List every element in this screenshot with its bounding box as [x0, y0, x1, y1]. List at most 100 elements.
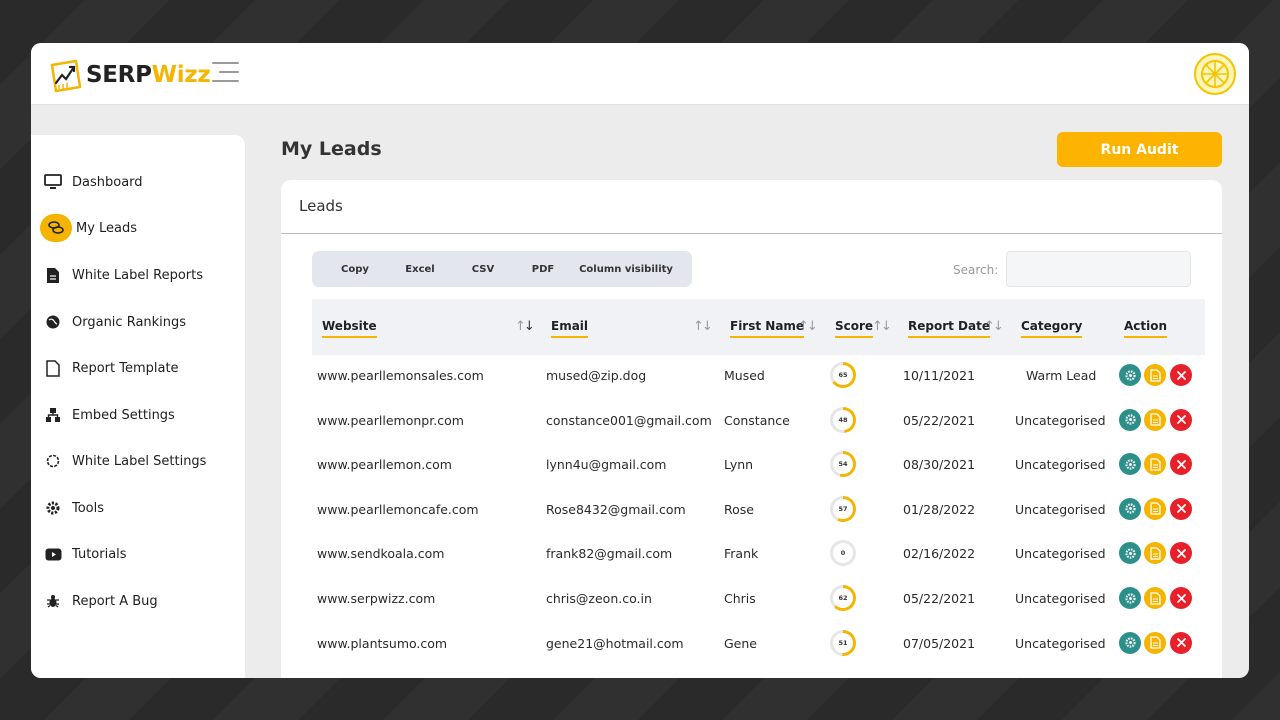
header-category[interactable]: Category: [1021, 319, 1083, 338]
coins-icon: [40, 214, 72, 242]
report-action-button[interactable]: [1144, 364, 1166, 386]
document-icon: [1149, 547, 1161, 560]
sort-icon[interactable]: ↑↓: [515, 319, 535, 334]
card-title: Leads: [281, 180, 1222, 234]
sidebar-item-label: Organic Rankings: [72, 314, 187, 330]
sidebar-item-report-template[interactable]: Report Template: [43, 353, 179, 383]
header-email[interactable]: Email: [551, 319, 589, 338]
sort-icon[interactable]: ↑↓: [872, 319, 892, 334]
cell-website[interactable]: www.serpwizz.com: [317, 591, 435, 606]
settings-action-button[interactable]: [1119, 364, 1141, 386]
logo[interactable]: SERPWizz: [48, 52, 211, 98]
header-report-date[interactable]: Report Date: [908, 319, 990, 338]
sidebar-item-dashboard[interactable]: Dashboard: [43, 167, 143, 197]
cell-report-date: 08/30/2021: [903, 457, 976, 473]
cell-report-date: 05/22/2021: [903, 412, 976, 428]
settings-action-button[interactable]: [1119, 497, 1141, 520]
header-first-name[interactable]: First Name: [730, 319, 805, 338]
document-icon: [1149, 458, 1161, 471]
delete-action-button[interactable]: [1170, 453, 1192, 476]
page-title: My Leads: [281, 138, 382, 160]
delete-action-button[interactable]: [1170, 497, 1192, 520]
settings-action-button[interactable]: [1119, 408, 1141, 431]
report-action-button[interactable]: [1144, 631, 1166, 654]
header-score[interactable]: Score: [835, 319, 874, 338]
cell-website[interactable]: www.pearllemonpr.com: [317, 413, 464, 428]
gear-icon: [1124, 547, 1137, 560]
score-gauge: 48: [830, 406, 856, 433]
report-action-button[interactable]: [1144, 408, 1166, 431]
sidebar-item-tools[interactable]: Tools: [43, 493, 104, 523]
delete-action-button[interactable]: [1170, 587, 1192, 609]
close-icon: [1176, 548, 1187, 559]
sidebar-item-tutorials[interactable]: Tutorials: [43, 539, 127, 569]
sort-icon[interactable]: ↑↓: [984, 319, 1004, 334]
score-value: 62: [833, 588, 853, 608]
sidebar-item-label: Dashboard: [72, 174, 143, 190]
close-icon: [1176, 637, 1187, 648]
score-value: 54: [833, 454, 853, 475]
cell-website[interactable]: www.pearllemon.com: [317, 457, 452, 472]
excel-button[interactable]: Excel: [388, 251, 452, 287]
run-audit-button[interactable]: Run Audit: [1057, 132, 1222, 167]
close-icon: [1176, 370, 1187, 381]
score-gauge: 57: [830, 495, 856, 522]
report-action-button[interactable]: [1144, 497, 1166, 520]
cell-report-date: 01/28/2022: [903, 501, 976, 517]
avatar[interactable]: [1194, 53, 1236, 95]
cell-website[interactable]: www.sendkoala.com: [317, 546, 444, 561]
settings-action-button[interactable]: [1119, 587, 1141, 609]
document-icon: [1149, 368, 1161, 382]
cell-category: Warm Lead: [1026, 368, 1097, 383]
header-website[interactable]: Website: [322, 319, 377, 338]
cell-report-date: 10/11/2021: [903, 368, 976, 383]
sidebar-item-my-leads[interactable]: My Leads: [40, 213, 137, 243]
settings-action-button[interactable]: [1119, 542, 1141, 565]
cell-category: Uncategorised: [1015, 546, 1106, 562]
sidebar-item-organic-rankings[interactable]: Organic Rankings: [43, 307, 186, 337]
file-icon: [43, 265, 63, 285]
cell-website[interactable]: www.pearllemoncafe.com: [317, 502, 479, 517]
settings-action-button[interactable]: [1119, 631, 1141, 654]
copy-button[interactable]: Copy: [322, 251, 388, 287]
score-value: 51: [833, 632, 853, 653]
cell-category: Uncategorised: [1015, 457, 1106, 473]
cell-website[interactable]: www.plantsumo.com: [317, 636, 447, 651]
delete-action-button[interactable]: [1170, 631, 1192, 654]
cell-email: constance001@gmail.com: [546, 412, 712, 428]
brand-name: SERPWizz: [86, 62, 211, 88]
sidebar-item-report-a-bug[interactable]: Report A Bug: [43, 586, 158, 616]
cell-first-name: Frank: [724, 546, 759, 562]
report-action-button[interactable]: [1144, 542, 1166, 565]
sidebar-item-embed-settings[interactable]: Embed Settings: [43, 400, 175, 430]
menu-toggle-icon[interactable]: [212, 62, 239, 82]
cell-website[interactable]: www.pearllemonsales.com: [317, 368, 484, 383]
search-input[interactable]: [1006, 251, 1191, 287]
sidebar-item-white-label-settings[interactable]: White Label Settings: [43, 446, 206, 476]
sidebar-item-white-label-reports[interactable]: White Label Reports: [43, 260, 203, 290]
app-window: SERPWizz Dashboard My Leads White Label …: [31, 43, 1249, 678]
topbar: SERPWizz: [31, 43, 1249, 105]
delete-action-button[interactable]: [1170, 542, 1192, 565]
sort-icon[interactable]: ↑↓: [798, 319, 818, 334]
delete-action-button[interactable]: [1170, 408, 1192, 431]
close-icon: [1176, 503, 1187, 514]
report-action-button[interactable]: [1144, 587, 1166, 609]
document-icon: [1149, 636, 1161, 649]
pdf-button[interactable]: PDF: [514, 251, 572, 287]
cell-first-name: Constance: [724, 412, 790, 428]
sidebar-item-label: Tools: [72, 500, 105, 516]
report-action-button[interactable]: [1144, 453, 1166, 476]
sidebar: Dashboard My Leads White Label Reports O…: [31, 135, 245, 678]
document-icon: [43, 358, 63, 378]
score-gauge: 65: [830, 362, 856, 388]
delete-action-button[interactable]: [1170, 364, 1192, 386]
csv-button[interactable]: CSV: [452, 251, 514, 287]
document-icon: [1149, 413, 1161, 426]
logo-icon: [48, 55, 82, 95]
settings-action-button[interactable]: [1119, 453, 1141, 476]
close-icon: [1176, 414, 1187, 425]
column-visibility-button[interactable]: Column visibility: [572, 251, 680, 287]
sort-icon[interactable]: ↑↓: [693, 319, 713, 334]
gear-icon: [1124, 636, 1137, 649]
